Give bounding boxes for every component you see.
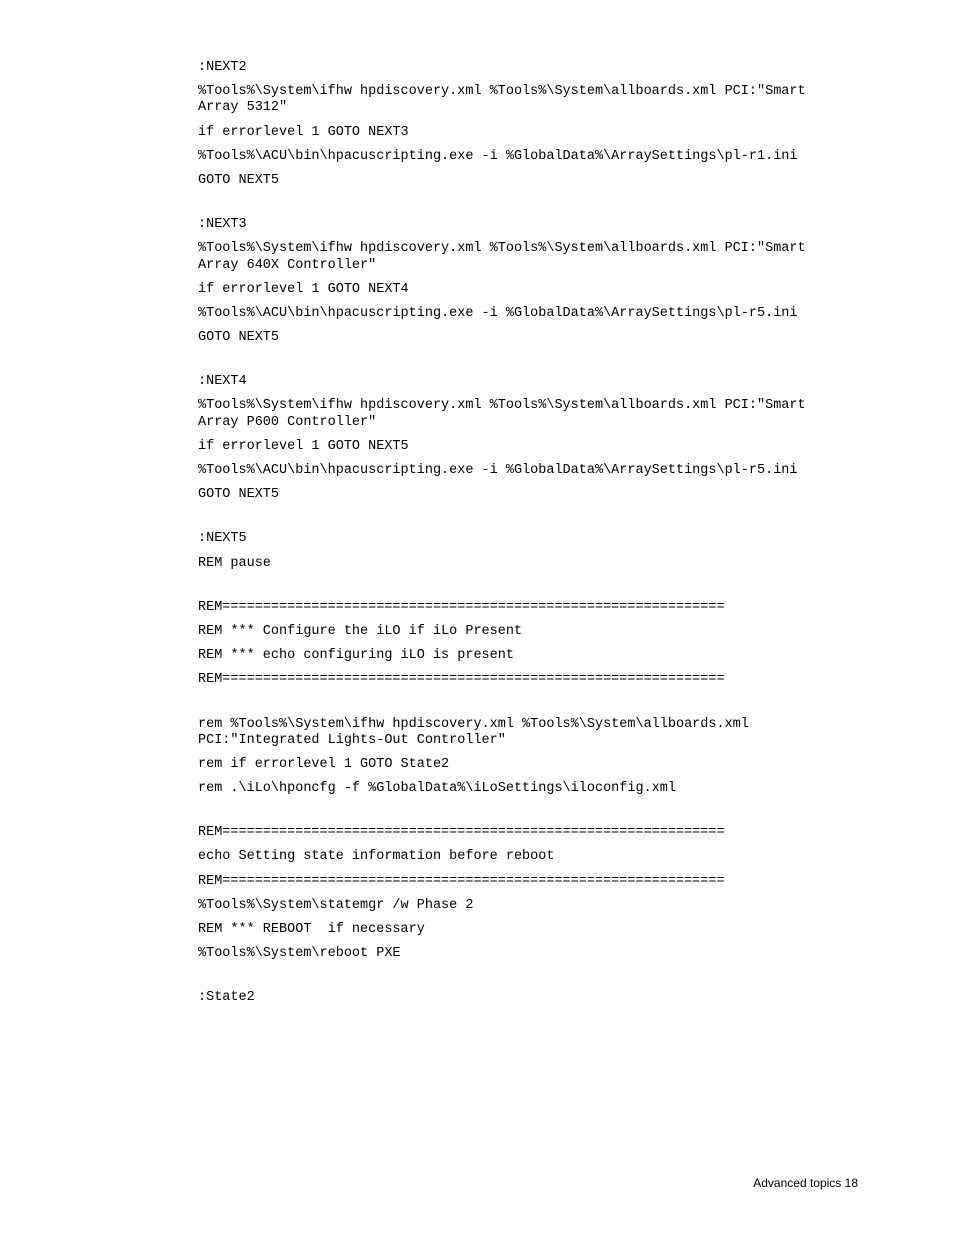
code-line: :NEXT3 [198, 217, 854, 233]
code-line: %Tools%\ACU\bin\hpacuscripting.exe -i %G… [198, 306, 854, 322]
code-line: :NEXT2 [198, 60, 854, 76]
code-line: rem if errorlevel 1 GOTO State2 [198, 757, 854, 773]
code-line: %Tools%\System\reboot PXE [198, 946, 854, 962]
code-line: GOTO NEXT5 [198, 487, 854, 503]
code-line: :NEXT4 [198, 374, 854, 390]
code-line: rem .\iLo\hponcfg -f %GlobalData%\iLoSet… [198, 781, 854, 797]
code-line: %Tools%\System\ifhw hpdiscovery.xml %Too… [198, 84, 854, 116]
code-line: echo Setting state information before re… [198, 849, 854, 865]
code-line: GOTO NEXT5 [198, 330, 854, 346]
code-listing: :NEXT2 %Tools%\System\ifhw hpdiscovery.x… [0, 0, 954, 1055]
code-line: %Tools%\ACU\bin\hpacuscripting.exe -i %G… [198, 149, 854, 165]
code-line: REM=====================================… [198, 600, 854, 616]
code-line: GOTO NEXT5 [198, 173, 854, 189]
code-line: REM=====================================… [198, 825, 854, 841]
code-line: %Tools%\System\ifhw hpdiscovery.xml %Too… [198, 241, 854, 273]
code-line: :State2 [198, 990, 854, 1006]
code-line: %Tools%\ACU\bin\hpacuscripting.exe -i %G… [198, 463, 854, 479]
code-line: REM *** Configure the iLO if iLo Present [198, 624, 854, 640]
code-line: if errorlevel 1 GOTO NEXT5 [198, 439, 854, 455]
code-line: :NEXT5 [198, 531, 854, 547]
code-line: REM=====================================… [198, 672, 854, 688]
code-line: %Tools%\System\statemgr /w Phase 2 [198, 898, 854, 914]
code-line: REM *** echo configuring iLO is present [198, 648, 854, 664]
code-line: rem %Tools%\System\ifhw hpdiscovery.xml … [198, 717, 854, 749]
page-footer: Advanced topics 18 [753, 1176, 858, 1190]
code-line: REM pause [198, 556, 854, 572]
code-line: REM=====================================… [198, 874, 854, 890]
code-line: if errorlevel 1 GOTO NEXT3 [198, 125, 854, 141]
code-line: REM *** REBOOT if necessary [198, 922, 854, 938]
code-line: %Tools%\System\ifhw hpdiscovery.xml %Too… [198, 398, 854, 430]
code-line: if errorlevel 1 GOTO NEXT4 [198, 282, 854, 298]
